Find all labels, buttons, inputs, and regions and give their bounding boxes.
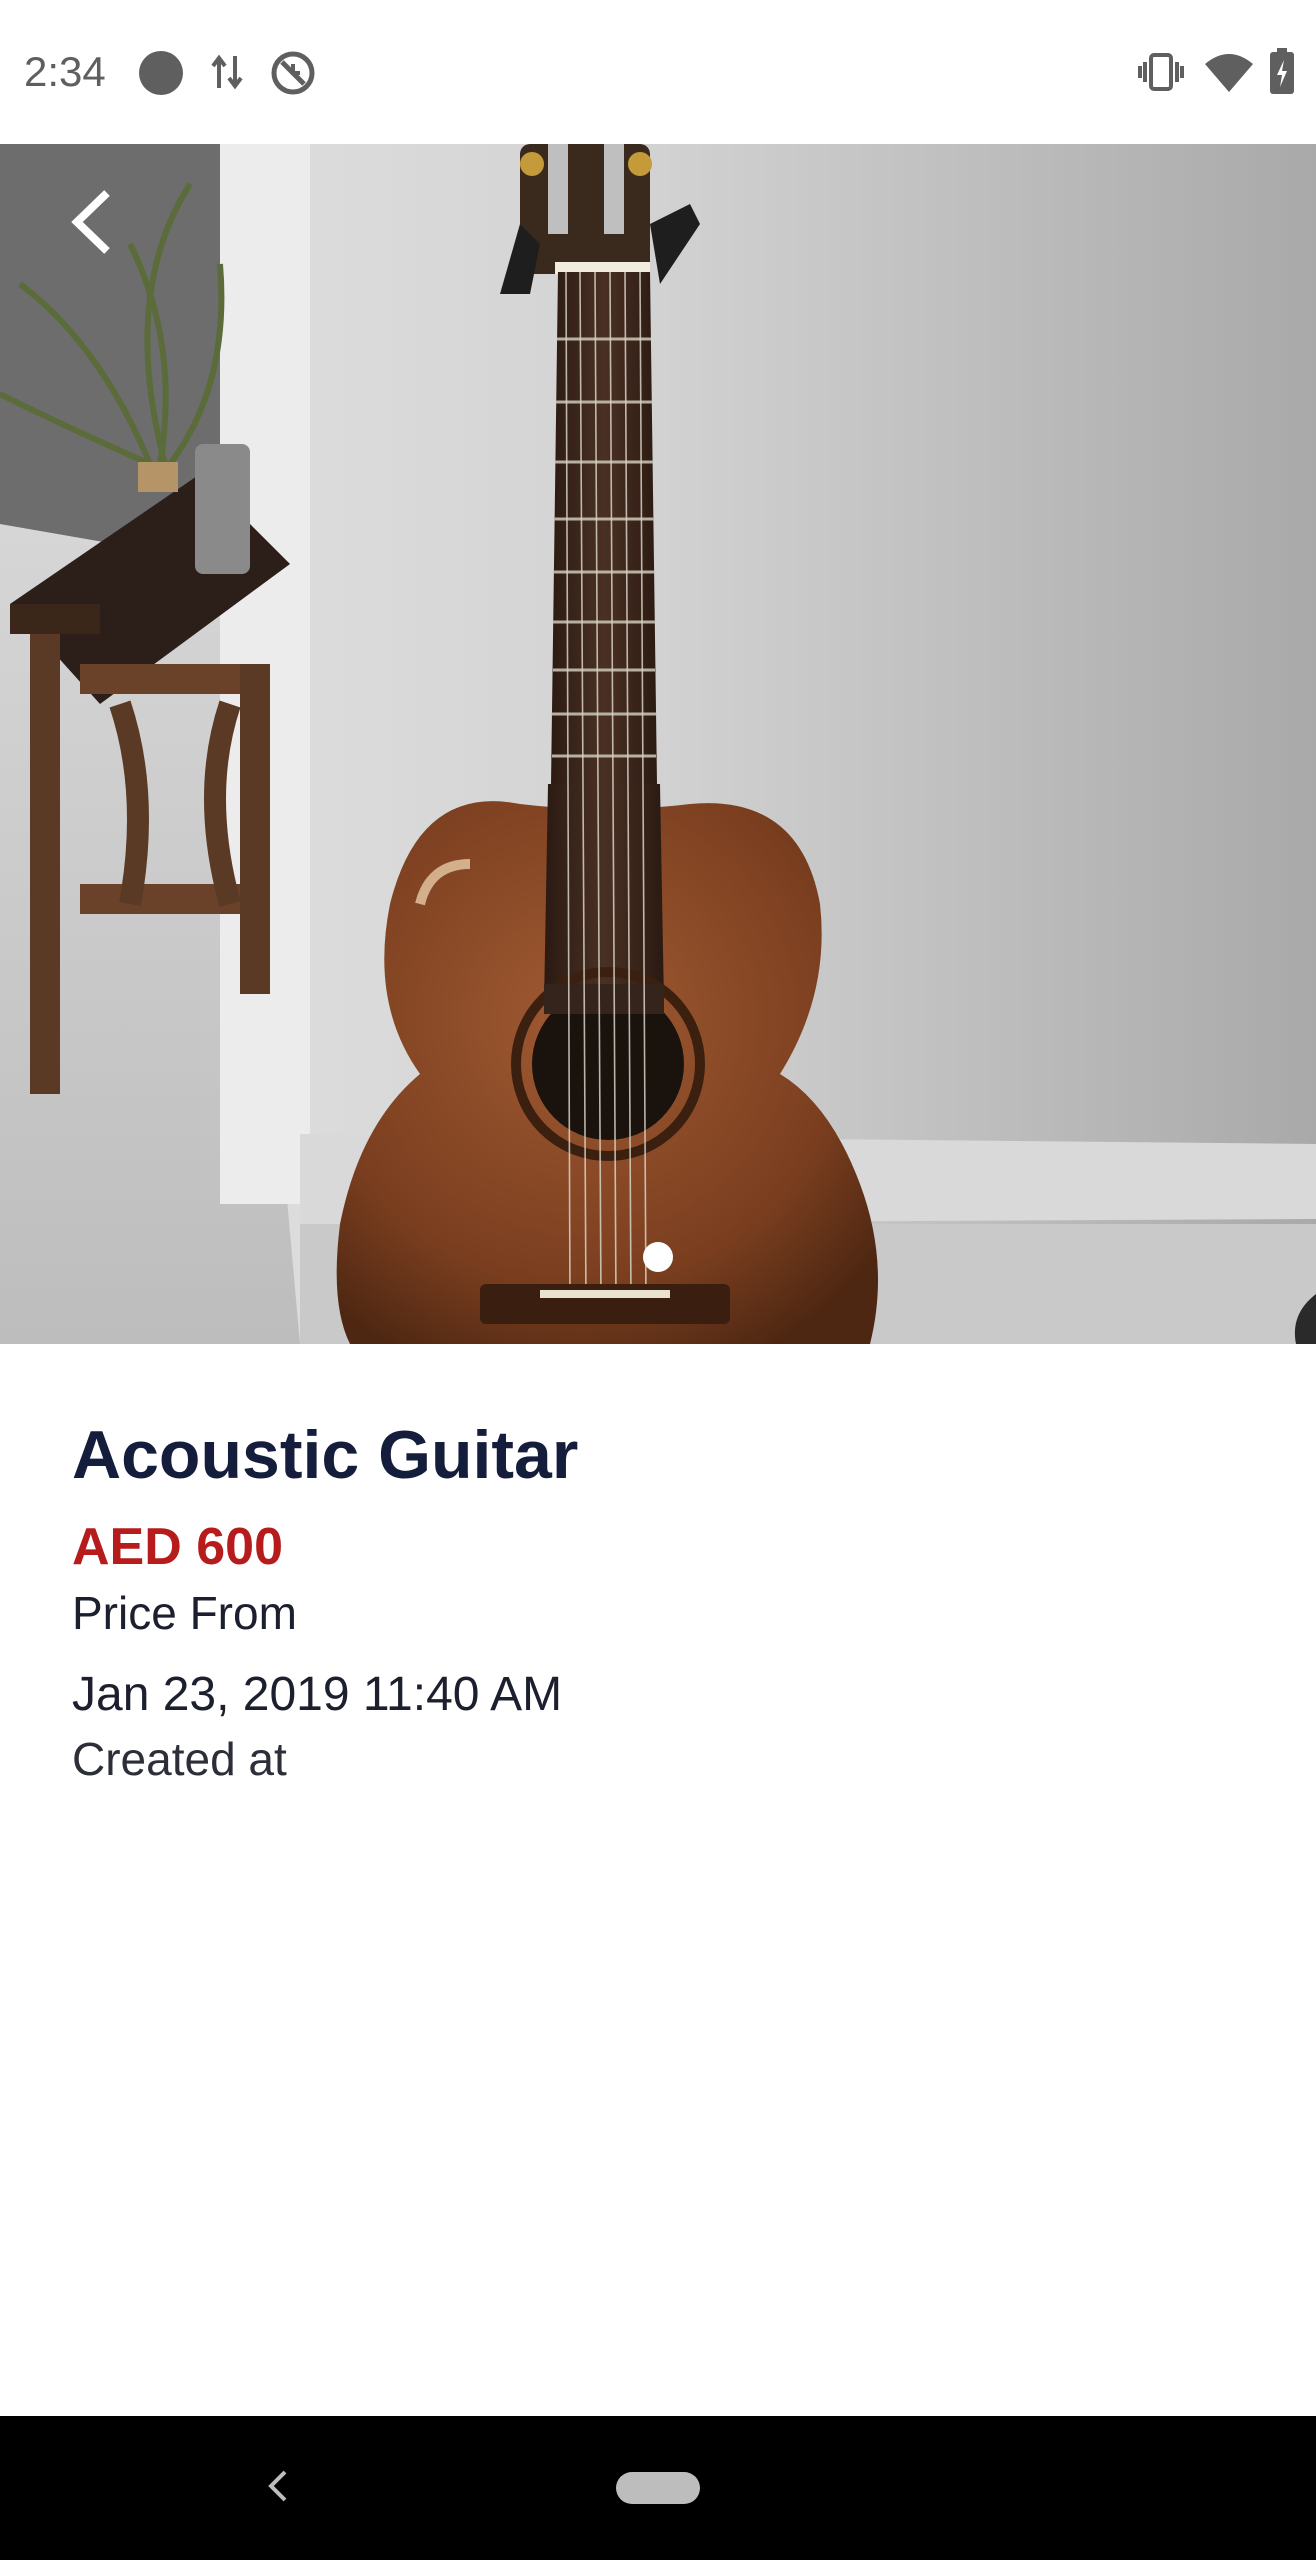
vibrate-icon: [1138, 52, 1184, 97]
status-bar: 2:34: [0, 0, 1316, 144]
nav-back-button[interactable]: [248, 2456, 308, 2516]
price-label: Price From: [72, 1587, 297, 1639]
listing-title: Acoustic Guitar: [72, 1417, 579, 1493]
guitar-photo-illustration: [0, 144, 1316, 1344]
do-not-disturb-icon: [270, 50, 316, 101]
back-button[interactable]: [52, 182, 132, 262]
chevron-left-icon: [71, 190, 110, 254]
page-indicator-dot: [643, 1242, 673, 1272]
listing-details: Acoustic Guitar AED 600 Price From Jan 2…: [72, 1410, 1244, 1790]
listing-price: AED 600: [72, 1518, 283, 1576]
product-image[interactable]: [0, 144, 1316, 1344]
nav-back-icon: [268, 2470, 287, 2502]
battery-charging-icon: [1268, 48, 1296, 99]
nav-home-pill[interactable]: [616, 2472, 700, 2504]
navigation-bar: [0, 2416, 1316, 2560]
created-label: Created at: [72, 1733, 287, 1785]
status-time: 2:34: [24, 48, 106, 95]
notification-dot-icon: [138, 50, 184, 101]
screen: 2:34 Acoustic Guitar AED 600 Price From …: [0, 0, 1316, 2560]
wifi-icon: [1204, 52, 1254, 97]
created-date: Jan 23, 2019 11:40 AM: [72, 1668, 563, 1721]
data-transfer-icon: [210, 52, 244, 97]
